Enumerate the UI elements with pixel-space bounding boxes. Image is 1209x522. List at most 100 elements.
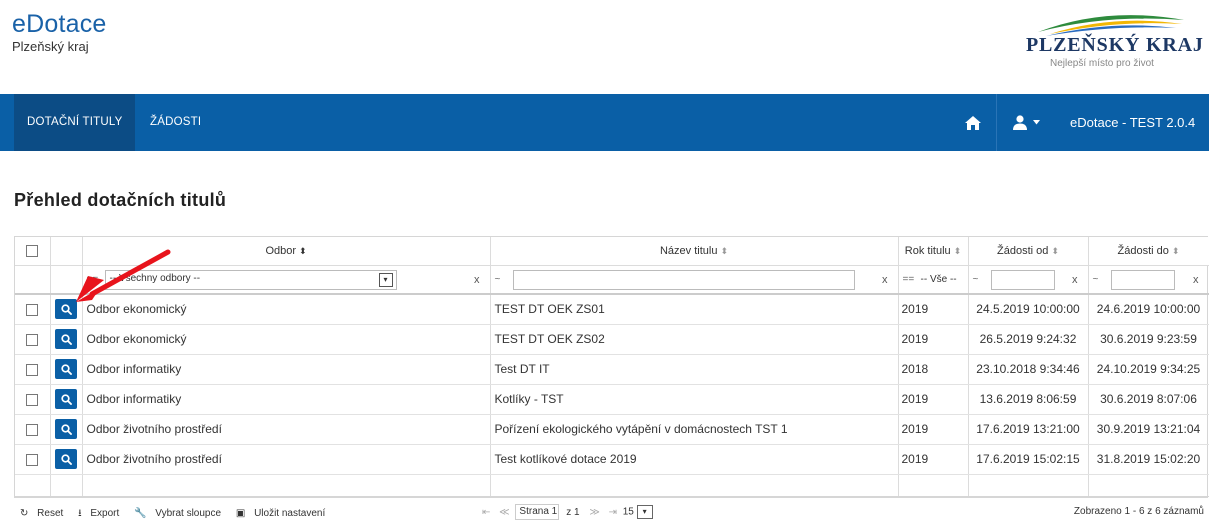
table-row[interactable]: Odbor životního prostředí Test kotlíkové …	[15, 444, 1209, 475]
column-header-zadosti-od[interactable]: Žádosti od ⬍	[968, 237, 1089, 266]
cell-odbor: Odbor ekonomický	[82, 324, 491, 355]
filter-row: == -- Všechny odbory -- ▾ x ~ x == -- Vš…	[15, 265, 1209, 295]
row-checkbox-cell	[15, 384, 51, 415]
row-action-cell	[50, 444, 83, 475]
pagination: ⇤ ≪ Strana 1 z 1 ≫ ⇥ 15 ▾	[479, 504, 653, 520]
row-checkbox[interactable]	[26, 363, 39, 376]
cell-zadosti-od: 17.6.2019 13:21:00	[968, 414, 1089, 445]
table-row[interactable]: Odbor informatiky Test DT IT 2018 23.10.201…	[15, 354, 1209, 385]
clear-filter-button[interactable]: x	[474, 274, 480, 286]
export-button[interactable]: ⭳ Export	[78, 508, 125, 519]
grid-footer: ↻ Reset ⭳ Export 🔧 Vybrat sloupce ▣ Ulož…	[14, 503, 1208, 522]
sort-icon: ⬍	[953, 245, 962, 256]
page-size-select[interactable]: ▾	[636, 505, 653, 519]
search-icon	[60, 333, 72, 345]
rok-filter-select[interactable]: -- Vše --	[921, 274, 957, 285]
cell-zadosti-do: 24.6.2019 10:00:00	[1088, 294, 1209, 325]
cell-zadosti-do: 30.9.2019 13:21:04	[1088, 414, 1209, 445]
row-checkbox-cell	[15, 294, 51, 325]
cell-zadosti-do: 30.6.2019 9:23:59	[1088, 324, 1209, 355]
column-header-zadosti-do[interactable]: Žádosti do ⬍	[1088, 237, 1209, 266]
search-icon	[60, 423, 72, 435]
wrench-icon: 🔧	[134, 508, 147, 519]
save-icon: ▣	[235, 508, 246, 519]
home-icon	[965, 115, 981, 130]
reset-icon: ↻	[20, 508, 29, 519]
row-action-cell	[50, 414, 83, 445]
filter-operator[interactable]: ==	[903, 274, 915, 285]
row-checkbox-cell	[15, 354, 51, 385]
save-settings-button[interactable]: ▣ Uložit nastavení	[236, 508, 331, 519]
detail-button[interactable]	[55, 329, 77, 349]
row-checkbox[interactable]	[26, 453, 39, 466]
home-button[interactable]	[951, 94, 995, 151]
filter-operator[interactable]: ~	[495, 274, 501, 285]
nazev-filter-input[interactable]	[512, 269, 855, 290]
filter-zadosti-od: ~ x	[968, 265, 1089, 295]
row-action-cell	[50, 384, 83, 415]
column-header-rok[interactable]: Rok titulu ⬍	[898, 237, 969, 266]
search-icon	[60, 453, 72, 465]
cell-rok: 2019	[898, 294, 969, 325]
first-page-icon[interactable]: ⇤	[482, 507, 490, 518]
cell-zadosti-do: 30.6.2019 8:07:06	[1088, 384, 1209, 415]
app-title[interactable]: eDotace	[12, 10, 107, 38]
download-icon: ⭳	[78, 508, 82, 519]
nav-item-zadosti[interactable]: ŽÁDOSTI	[137, 94, 214, 151]
detail-button[interactable]	[55, 359, 77, 379]
cell-zadosti-od: 17.6.2019 15:02:15	[968, 444, 1089, 475]
prev-page-icon[interactable]: ≪	[499, 507, 509, 518]
app-subtitle: Plzeňský kraj	[12, 39, 89, 54]
logo-tagline: Nejlepší místo pro život	[1050, 58, 1154, 69]
cell-nazev: Kotlíky - TST	[490, 384, 899, 415]
cell-nazev: TEST DT OEK ZS02	[490, 324, 899, 355]
cell-odbor: Odbor životního prostředí	[82, 444, 491, 475]
region-logo: PLZEŇSKÝ KRAJ Nejlepší místo pro život	[1018, 10, 1203, 76]
row-checkbox[interactable]	[26, 393, 39, 406]
cell-rok: 2019	[898, 444, 969, 475]
row-checkbox[interactable]	[26, 423, 39, 436]
row-checkbox[interactable]	[26, 333, 39, 346]
row-checkbox-cell	[15, 414, 51, 445]
nav-item-dotacni-tituly[interactable]: DOTAČNÍ TITULY	[14, 94, 136, 151]
sort-icon: ⬍	[1171, 245, 1180, 256]
filter-operator[interactable]: ~	[973, 274, 979, 285]
last-page-icon[interactable]: ⇥	[609, 507, 617, 518]
select-all-checkbox[interactable]	[26, 244, 39, 257]
brand: eDotace Plzeňský kraj	[12, 10, 107, 54]
clear-filter-button[interactable]: x	[1072, 274, 1078, 286]
chevron-down-icon: ▾	[378, 272, 393, 287]
reset-button[interactable]: ↻ Reset	[20, 508, 69, 519]
sort-icon: ⬍	[299, 245, 307, 256]
empty-row	[15, 474, 1209, 497]
cell-zadosti-od: 24.5.2019 10:00:00	[968, 294, 1089, 325]
filter-operator[interactable]: ~	[1093, 274, 1099, 285]
cell-odbor: Odbor informatiky	[82, 384, 491, 415]
table-row[interactable]: Odbor ekonomický TEST DT OEK ZS02 2019 26.5…	[15, 324, 1209, 355]
sort-icon: ⬍	[1051, 245, 1059, 256]
page-input[interactable]: Strana 1	[515, 504, 560, 520]
table-row[interactable]: Odbor ekonomický TEST DT OEK ZS01 2019 24.5…	[15, 294, 1209, 325]
row-checkbox-cell	[15, 444, 51, 475]
do-filter-input[interactable]	[1110, 269, 1175, 290]
od-filter-input[interactable]	[990, 269, 1055, 290]
select-columns-button[interactable]: 🔧 Vybrat sloupce	[134, 508, 227, 519]
clear-filter-button[interactable]: x	[882, 274, 888, 286]
row-checkbox[interactable]	[26, 304, 39, 317]
detail-button[interactable]	[55, 389, 77, 409]
search-icon	[60, 363, 72, 375]
grid-toolbar: ↻ Reset ⭳ Export 🔧 Vybrat sloupce ▣ Ulož…	[20, 506, 337, 522]
detail-button[interactable]	[55, 419, 77, 439]
cell-rok: 2019	[898, 384, 969, 415]
next-page-icon[interactable]: ≫	[589, 507, 599, 518]
cell-zadosti-od: 23.10.2018 9:34:46	[968, 354, 1089, 385]
column-header-nazev[interactable]: Název titulu ⬍	[490, 237, 899, 266]
table-row[interactable]: Odbor informatiky Kotlíky - TST 2019 13.6.2…	[15, 384, 1209, 415]
user-menu-button[interactable]	[996, 94, 1056, 151]
detail-button[interactable]	[55, 449, 77, 469]
clear-filter-button[interactable]: x	[1193, 274, 1199, 286]
cell-rok: 2018	[898, 354, 969, 385]
cell-zadosti-do: 24.10.2019 9:34:25	[1088, 354, 1209, 385]
cell-nazev: TEST DT OEK ZS01	[490, 294, 899, 325]
table-row[interactable]: Odbor životního prostředí Pořízení ekolog…	[15, 414, 1209, 445]
